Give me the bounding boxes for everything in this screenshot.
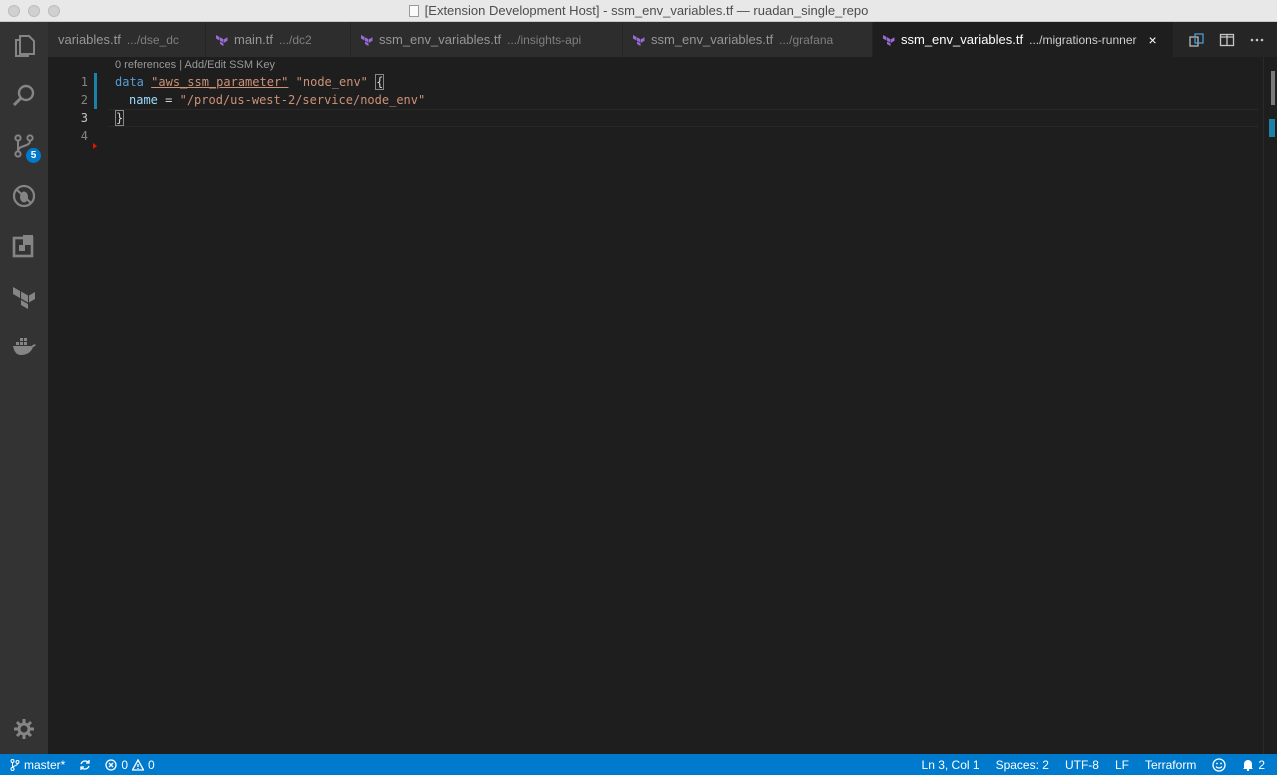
overview-ruler[interactable] bbox=[1263, 57, 1277, 754]
code-line-3: 3 } bbox=[48, 109, 1258, 127]
split-editor-icon[interactable] bbox=[1219, 32, 1235, 48]
close-tab-button[interactable]: × bbox=[1149, 32, 1157, 48]
terraform-file-icon bbox=[883, 34, 895, 46]
zoom-window-button[interactable] bbox=[48, 5, 60, 17]
error-count: 0 bbox=[121, 757, 129, 772]
codelens[interactable]: 0 references | Add/Edit SSM Key bbox=[115, 59, 275, 71]
cursor-position[interactable]: Ln 3, Col 1 bbox=[922, 758, 980, 772]
brace-token: { bbox=[375, 74, 385, 90]
settings-button[interactable] bbox=[0, 705, 48, 753]
sync-button[interactable] bbox=[79, 759, 91, 771]
attribute-token: name bbox=[129, 93, 158, 107]
notifications-button[interactable]: 2 bbox=[1242, 758, 1265, 772]
operator-token: = bbox=[157, 93, 180, 107]
tab-path: .../insights-api bbox=[507, 32, 582, 47]
code-line-2: 2 name = "/prod/us-west-2/service/node_e… bbox=[48, 91, 1258, 109]
sync-icon bbox=[80, 759, 90, 770]
open-changes-icon[interactable] bbox=[1189, 32, 1205, 48]
line-number: 1 bbox=[80, 75, 88, 89]
code-editor[interactable]: 0 references | Add/Edit SSM Key 1 data "… bbox=[48, 57, 1277, 754]
indentation[interactable]: Spaces: 2 bbox=[996, 758, 1049, 772]
close-window-button[interactable] bbox=[8, 5, 20, 17]
string-token: "node_env" bbox=[295, 75, 368, 89]
tab-ssm-insights-api[interactable]: ssm_env_variables.tf .../insights-api bbox=[351, 22, 623, 57]
scrollbar-thumb[interactable] bbox=[1271, 71, 1275, 105]
tab-file-name: ssm_env_variables.tf bbox=[379, 32, 502, 47]
debug-icon bbox=[12, 184, 36, 208]
editor-actions bbox=[1189, 22, 1277, 57]
tab-file-name: ssm_env_variables.tf bbox=[901, 32, 1024, 47]
code-line-4: 4 bbox=[48, 127, 1258, 145]
terraform-file-icon bbox=[361, 34, 373, 46]
tab-path: .../dse_dc bbox=[126, 32, 179, 47]
warning-icon bbox=[132, 758, 145, 771]
search-button[interactable] bbox=[0, 72, 48, 120]
docker-button[interactable] bbox=[0, 322, 48, 370]
tab-path: .../grafana bbox=[779, 32, 834, 47]
string-token: "/prod/us-west-2/service/node_env" bbox=[179, 93, 426, 107]
source-control-badge: 5 bbox=[26, 148, 41, 163]
tab-file-name: ssm_env_variables.tf bbox=[651, 32, 774, 47]
tab-ssm-grafana[interactable]: ssm_env_variables.tf .../grafana bbox=[623, 22, 873, 57]
editor-tab-bar: variables.tf .../dse_dc main.tf .../dc2 … bbox=[48, 22, 1277, 57]
code-line-1: 1 data "aws_ssm_parameter" "node_env" { bbox=[48, 73, 1258, 91]
brace-token: } bbox=[115, 110, 125, 126]
debug-button[interactable] bbox=[0, 172, 48, 220]
extensions-icon bbox=[12, 235, 34, 258]
more-actions-icon[interactable] bbox=[1249, 32, 1265, 48]
explorer-button[interactable] bbox=[0, 22, 48, 70]
line-content: } bbox=[115, 109, 125, 127]
end-of-line[interactable]: LF bbox=[1115, 758, 1129, 772]
encoding[interactable]: UTF-8 bbox=[1065, 758, 1099, 772]
tab-path: .../dc2 bbox=[279, 32, 312, 47]
document-icon bbox=[408, 4, 419, 17]
terraform-file-icon bbox=[633, 34, 645, 46]
extensions-button[interactable] bbox=[0, 222, 48, 270]
overview-ruler-marker bbox=[1269, 119, 1275, 137]
problems-status[interactable]: 0 0 bbox=[105, 757, 155, 772]
source-control-button[interactable]: 5 bbox=[0, 122, 48, 170]
minimize-window-button[interactable] bbox=[28, 5, 40, 17]
branch-status[interactable]: master* bbox=[10, 758, 65, 772]
status-bar: master* 0 0 Ln 3, Col 1 Spaces: 2 UTF-8 … bbox=[0, 754, 1277, 775]
tab-file-name: main.tf bbox=[234, 32, 274, 47]
tab-file-name: variables.tf bbox=[58, 32, 121, 47]
terraform-icon bbox=[13, 287, 35, 309]
language-mode[interactable]: Terraform bbox=[1145, 758, 1196, 772]
terraform-button[interactable] bbox=[0, 272, 48, 320]
line-number: 2 bbox=[80, 93, 88, 107]
window-controls[interactable] bbox=[8, 5, 60, 17]
gear-icon bbox=[14, 719, 34, 739]
smiley-icon bbox=[1212, 757, 1226, 772]
search-icon bbox=[12, 84, 35, 107]
bell-icon bbox=[1243, 760, 1254, 771]
branch-name: master* bbox=[24, 757, 66, 772]
line-content: name = "/prod/us-west-2/service/node_env… bbox=[129, 91, 425, 109]
line-number: 4 bbox=[80, 129, 88, 143]
error-icon bbox=[105, 758, 117, 771]
line-number: 3 bbox=[80, 111, 88, 125]
files-icon bbox=[15, 35, 35, 57]
string-token: "aws_ssm_parameter" bbox=[151, 75, 289, 89]
window-title: [Extension Development Host] - ssm_env_v… bbox=[408, 3, 868, 18]
activity-bar: 5 bbox=[0, 22, 48, 754]
notification-count: 2 bbox=[1258, 757, 1265, 772]
keyword-token: data bbox=[115, 75, 144, 89]
git-branch-icon bbox=[10, 758, 20, 771]
title-bar: [Extension Development Host] - ssm_env_v… bbox=[0, 0, 1277, 22]
tab-ssm-migrations-runner[interactable]: ssm_env_variables.tf .../migrations-runn… bbox=[873, 22, 1174, 57]
terraform-file-icon bbox=[216, 34, 228, 46]
tab-path: .../migrations-runner bbox=[1029, 32, 1137, 47]
feedback-button[interactable] bbox=[1212, 757, 1226, 772]
line-content: data "aws_ssm_parameter" "node_env" { bbox=[115, 73, 385, 91]
docker-icon bbox=[13, 338, 36, 355]
tab-variables-dse-dc[interactable]: variables.tf .../dse_dc bbox=[48, 22, 206, 57]
tab-main-dc2[interactable]: main.tf .../dc2 bbox=[206, 22, 351, 57]
warning-count: 0 bbox=[148, 757, 155, 772]
